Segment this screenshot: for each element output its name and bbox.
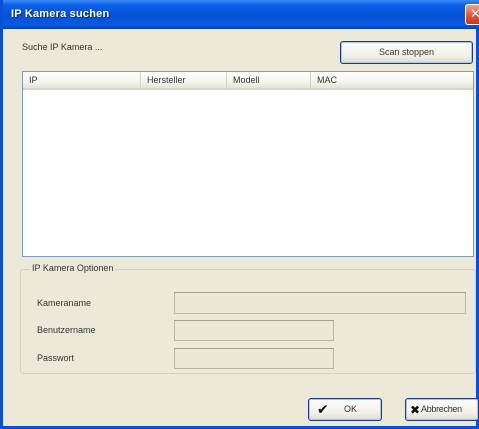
password-label: Passwort — [37, 353, 75, 363]
camera-options-group: IP Kamera Optionen Kameraname Benutzerna… — [20, 263, 476, 374]
camera-list-header: IP Hersteller Modell MAC — [23, 72, 473, 90]
column-header-manufacturer[interactable]: Hersteller — [141, 72, 227, 88]
username-field[interactable] — [174, 320, 334, 341]
camera-name-label: Kameraname — [37, 298, 92, 308]
cancel-button[interactable]: ✖ Abbrechen — [405, 398, 479, 421]
close-button[interactable]: ✕ — [465, 4, 479, 25]
checkmark-icon: ✔ — [317, 401, 329, 417]
title-bar[interactable]: IP Kamera suchen ✕ — [3, 0, 479, 29]
camera-options-title: IP Kamera Optionen — [30, 263, 116, 273]
ok-button-label: OK — [344, 404, 358, 414]
column-header-mac[interactable]: MAC — [311, 72, 471, 88]
column-header-ip[interactable]: IP — [23, 72, 141, 88]
camera-name-field[interactable] — [174, 292, 466, 314]
cancel-button-label: Abbrechen — [421, 404, 462, 414]
close-icon: ✕ — [470, 6, 479, 21]
search-status-label: Suche IP Kamera ... — [22, 42, 103, 52]
ok-button[interactable]: ✔ OK — [308, 398, 382, 421]
username-label: Benutzername — [37, 325, 96, 335]
camera-list[interactable]: IP Hersteller Modell MAC — [22, 71, 474, 257]
cancel-x-icon: ✖ — [410, 403, 421, 417]
window-title: IP Kamera suchen — [11, 8, 110, 20]
column-header-model[interactable]: Modell — [227, 72, 311, 88]
camera-list-body[interactable] — [23, 90, 473, 256]
scan-stop-button[interactable]: Scan stoppen — [340, 41, 473, 64]
password-field[interactable] — [174, 348, 334, 369]
dialog-window: IP Kamera suchen ✕ Suche IP Kamera ... S… — [0, 0, 479, 429]
